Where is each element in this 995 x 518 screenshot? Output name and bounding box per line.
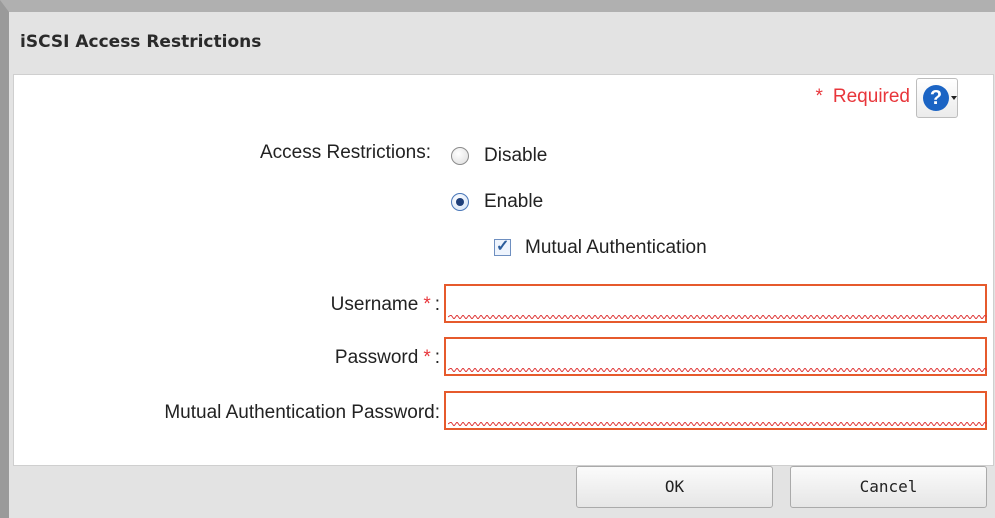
caret-down-icon <box>951 96 957 100</box>
help-dropdown-button[interactable]: ? <box>916 78 958 118</box>
checkmark-icon: ✓ <box>496 238 510 255</box>
username-input[interactable] <box>446 286 985 316</box>
password-colon: : <box>434 347 440 368</box>
mutual-password-field[interactable] <box>444 391 987 430</box>
mutual-auth-checkbox-label[interactable]: Mutual Authentication <box>525 237 707 259</box>
password-input[interactable] <box>446 339 985 369</box>
required-note: * Required <box>815 86 910 108</box>
ok-button[interactable]: OK <box>576 466 773 508</box>
cancel-button[interactable]: Cancel <box>790 466 987 508</box>
question-circle-icon: ? <box>923 85 949 111</box>
mutual-password-label: Mutual Authentication Password: <box>164 402 440 423</box>
mutual-auth-checkbox[interactable]: ✓ <box>494 238 511 256</box>
required-label: Required <box>832 86 910 107</box>
username-required-star: * <box>423 294 431 315</box>
username-field[interactable] <box>444 284 987 323</box>
dialog-titlebar: iSCSI Access Restrictions <box>9 12 995 62</box>
password-field[interactable] <box>444 337 987 376</box>
radio-disable[interactable] <box>451 147 469 165</box>
username-colon: : <box>434 294 440 315</box>
required-star: * <box>815 86 823 107</box>
password-label: Password *: <box>335 347 440 369</box>
radio-enable-label[interactable]: Enable <box>484 191 543 213</box>
access-restrictions-label: Access Restrictions: <box>259 142 431 163</box>
password-label-text: Password <box>334 347 419 368</box>
dialog-title: iSCSI Access Restrictions <box>20 32 262 52</box>
password-required-star: * <box>423 347 431 368</box>
iscsi-access-dialog: iSCSI Access Restrictions <box>0 0 995 518</box>
radio-disable-label[interactable]: Disable <box>484 145 547 167</box>
username-label-text: Username <box>330 294 419 315</box>
username-label: Username *: <box>331 294 440 316</box>
spellcheck-squiggle <box>448 422 987 426</box>
radio-enable[interactable] <box>451 193 469 211</box>
spellcheck-squiggle <box>448 368 987 372</box>
mutual-password-input[interactable] <box>446 393 985 423</box>
spellcheck-squiggle <box>448 315 987 319</box>
